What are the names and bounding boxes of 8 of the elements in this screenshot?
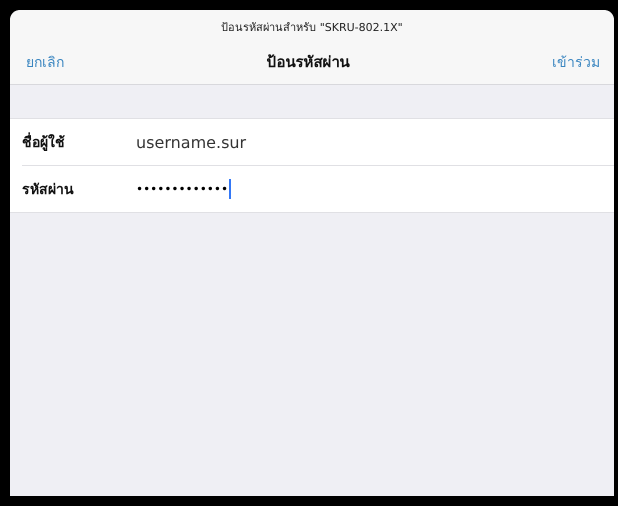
- cancel-button[interactable]: ยกเลิก: [26, 51, 64, 73]
- input-field[interactable]: username.sur: [136, 132, 246, 152]
- field-label: ชื่อผู้ใช้: [22, 131, 136, 153]
- prompt-text: ป้อนรหัสผ่านสำหรับ "SKRU-802.1X": [220, 20, 404, 36]
- dialog-title: ป้อนรหัสผ่าน: [266, 52, 350, 73]
- field-label: รหัสผ่าน: [22, 181, 75, 200]
- input-field[interactable]: •••••••••••••: [136, 182, 228, 196]
- join-button[interactable]: เข้าร่วม: [552, 51, 600, 73]
